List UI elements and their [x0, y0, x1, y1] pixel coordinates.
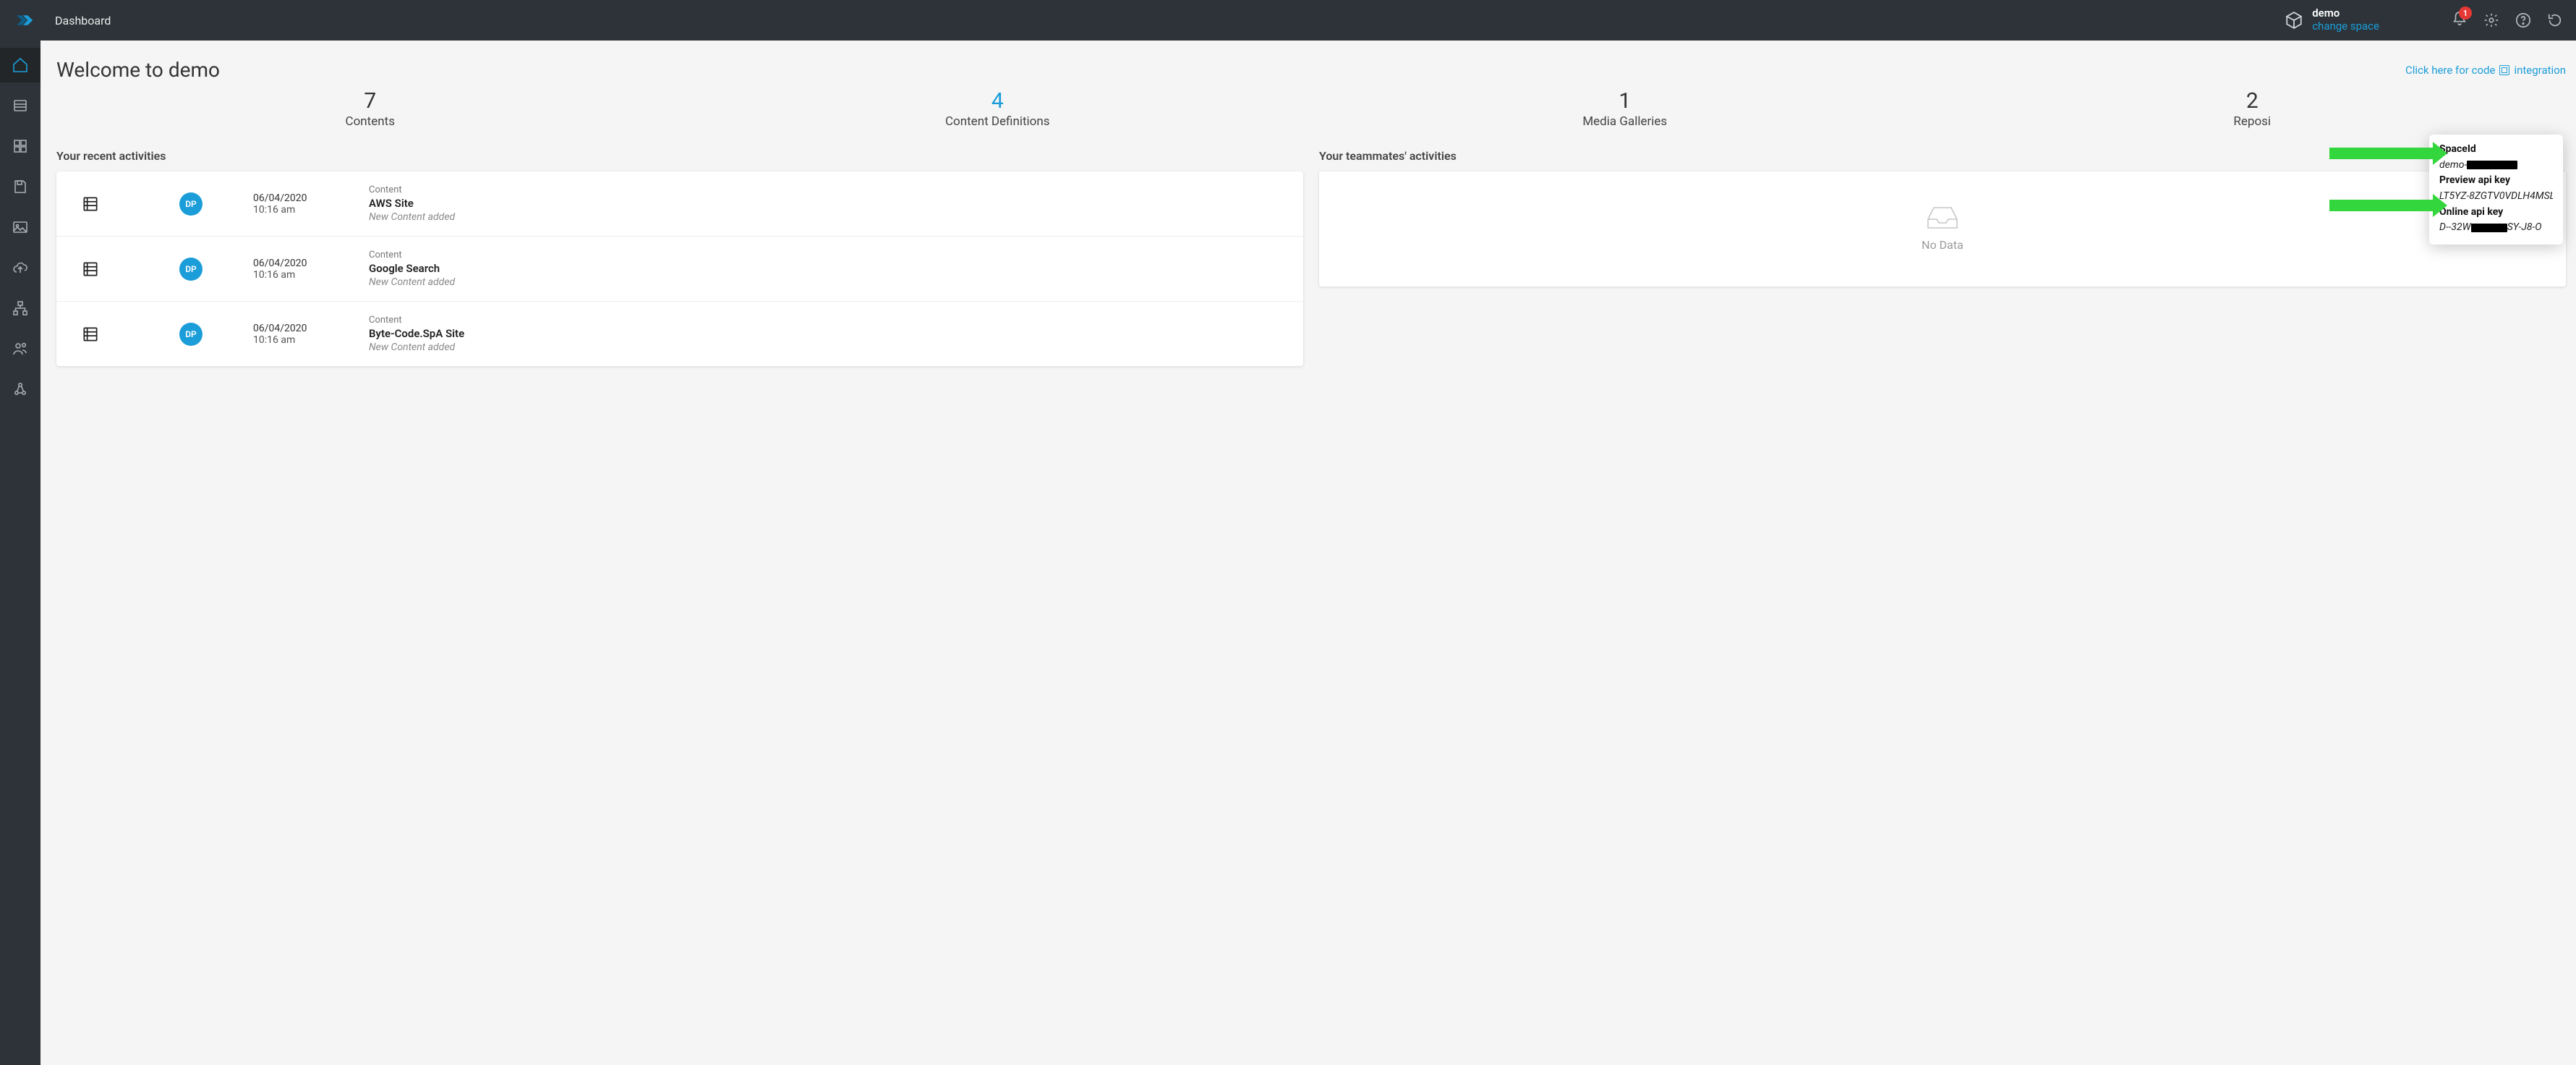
content-icon: [81, 325, 100, 344]
user-avatar: DP: [179, 323, 202, 346]
redacted: [2471, 224, 2507, 232]
sitemap-icon: [12, 300, 29, 317]
cube-icon: [2285, 11, 2303, 30]
space-selector[interactable]: demo change space: [2285, 7, 2379, 33]
sidebar-item-sitemap[interactable]: [0, 291, 40, 326]
sidebar-item-media[interactable]: [0, 210, 40, 245]
user-avatar: DP: [179, 258, 202, 281]
stat-value: 7: [56, 89, 684, 113]
cloud-upload-icon: [12, 259, 29, 276]
spaceid-value: demo-: [2439, 158, 2553, 174]
activity-title: AWS Site: [369, 197, 455, 210]
activity-subtitle: New Content added: [369, 211, 455, 223]
stat-media-galleries[interactable]: 1 Media Galleries: [1311, 89, 1939, 129]
stat-contents[interactable]: 7 Contents: [56, 89, 684, 129]
spaceid-label: SpaceId: [2439, 142, 2553, 158]
logout-icon[interactable]: [2547, 12, 2563, 28]
activity-row[interactable]: DP 06/04/202010:16 am Content Google Sea…: [56, 237, 1303, 302]
annotation-arrow: [2329, 148, 2434, 159]
recent-activities-title: Your recent activities: [56, 149, 1303, 163]
activity-date: 06/04/202010:16 am: [253, 323, 318, 346]
sidebar-item-content[interactable]: [0, 88, 40, 123]
welcome-heading: Welcome to demo: [56, 58, 220, 82]
annotation-arrow: [2329, 200, 2434, 211]
code-integration-link[interactable]: Click here for code integration: [2405, 64, 2566, 77]
notifications-button[interactable]: 1: [2452, 11, 2468, 30]
no-data: No Data: [1319, 171, 2566, 287]
page-title: Dashboard: [55, 14, 111, 27]
help-icon[interactable]: [2515, 12, 2531, 28]
sidebar-item-webhooks[interactable]: [0, 372, 40, 407]
notification-badge: 1: [2459, 7, 2472, 20]
topbar: Dashboard demo change space 1: [0, 0, 2576, 41]
activity-type: Content: [369, 315, 464, 326]
recent-activities-card: DP 06/04/202010:16 am Content AWS Site N…: [56, 171, 1303, 366]
no-data-label: No Data: [1922, 238, 1963, 252]
inbox-icon: [1924, 202, 1961, 232]
activity-date: 06/04/202010:16 am: [253, 192, 318, 216]
content-icon: [81, 195, 100, 213]
home-icon: [12, 56, 29, 74]
activity-row[interactable]: DP 06/04/202010:16 am Content AWS Site N…: [56, 171, 1303, 237]
activity-date: 06/04/202010:16 am: [253, 258, 318, 281]
stat-label: Content Definitions: [684, 114, 1312, 129]
teammates-activities-card: No Data: [1319, 171, 2566, 287]
activity-subtitle: New Content added: [369, 341, 464, 353]
rows-icon: [12, 97, 29, 114]
activity-title: Byte-Code.SpA Site: [369, 327, 464, 340]
content-icon: [81, 260, 100, 279]
preview-key-label: Preview api key: [2439, 173, 2553, 189]
sidebar-item-users[interactable]: [0, 331, 40, 366]
grid-icon: [12, 137, 29, 155]
online-key-label: Online api key: [2439, 205, 2553, 221]
sidebar-item-definitions[interactable]: [0, 129, 40, 164]
users-icon: [12, 340, 29, 357]
sidebar-item-cloud[interactable]: [0, 250, 40, 285]
stat-label: Reposi: [1939, 114, 2567, 129]
app-logo: [13, 8, 38, 33]
save-icon: [12, 178, 29, 195]
activity-title: Google Search: [369, 262, 455, 275]
user-avatar: DP: [179, 192, 202, 216]
space-name: demo: [2312, 7, 2379, 20]
preview-key-value: LT5YZ-8ZGTV0VDLH4MSL-P: [2439, 189, 2553, 205]
code-link-prefix: Click here for code: [2405, 64, 2495, 77]
activity-type: Content: [369, 250, 455, 260]
stat-value: 1: [1311, 89, 1939, 113]
stat-label: Media Galleries: [1311, 114, 1939, 129]
redacted: [2467, 161, 2517, 169]
stat-repositories[interactable]: 2 Reposi: [1939, 89, 2567, 129]
main-content: Welcome to demo Click here for code inte…: [40, 41, 2576, 1065]
sidebar-item-home[interactable]: [0, 48, 40, 82]
stat-label: Contents: [56, 114, 684, 129]
activity-row[interactable]: DP 06/04/202010:16 am Content Byte-Code.…: [56, 302, 1303, 366]
stat-value: 4: [684, 89, 1312, 113]
activity-type: Content: [369, 184, 455, 195]
stat-content-definitions[interactable]: 4 Content Definitions: [684, 89, 1312, 129]
online-key-value: D--32WSY-J8-O: [2439, 220, 2553, 236]
stats-row: 7 Contents 4 Content Definitions 1 Media…: [56, 89, 2566, 129]
stat-value: 2: [1939, 89, 2567, 113]
api-keys-popover: SpaceId demo- Preview api key LT5YZ-8ZGT…: [2429, 135, 2563, 245]
code-link-suffix: integration: [2514, 64, 2566, 77]
gear-icon[interactable]: [2483, 12, 2499, 28]
sidebar-item-save[interactable]: [0, 169, 40, 204]
code-icon: [2499, 65, 2509, 75]
image-icon: [12, 218, 29, 236]
activity-subtitle: New Content added: [369, 276, 455, 288]
webhook-icon: [12, 381, 29, 398]
sidebar: [0, 41, 40, 1065]
change-space-link[interactable]: change space: [2312, 20, 2379, 34]
